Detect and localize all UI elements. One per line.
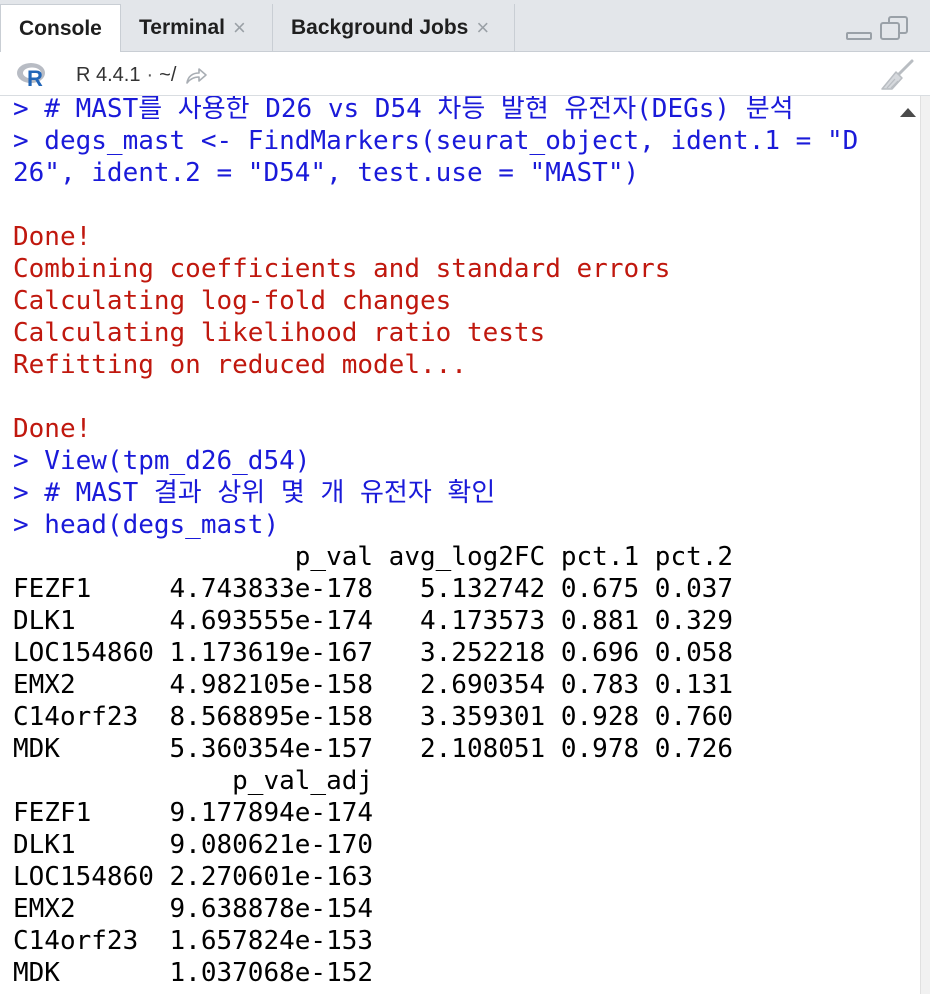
scrollbar-track[interactable] (920, 96, 930, 994)
console-output-line: p_val_adj (13, 766, 374, 796)
console-scrollbar[interactable] (890, 96, 930, 994)
tab-background-jobs[interactable]: Background Jobs × (273, 4, 515, 52)
console-command-line: > # MAST 결과 상위 몇 개 유전자 확인 (13, 478, 496, 508)
tab-label: Terminal (139, 16, 225, 39)
console-output[interactable]: > # MAST를 사용한 D26 vs D54 차등 발현 유전자(DEGs)… (0, 96, 890, 994)
minimize-icon[interactable] (846, 32, 872, 40)
console-output-line: C14orf23 1.657824e-153 (13, 926, 374, 956)
r-logo-icon: R (17, 63, 45, 88)
console-output-line: C14orf23 8.568895e-158 3.359301 0.928 0.… (13, 702, 734, 732)
r-version: R 4.4.1 (76, 64, 141, 86)
tab-terminal[interactable]: Terminal × (121, 4, 273, 52)
console-message-line: Calculating likelihood ratio tests (13, 318, 546, 348)
console-output-line: LOC154860 2.270601e-163 (13, 862, 374, 892)
pane-tabbar: Console Terminal × Background Jobs × (0, 0, 930, 53)
broom-icon[interactable] (878, 58, 916, 92)
working-directory[interactable]: ~/ (159, 64, 176, 87)
tab-console[interactable]: Console (0, 4, 121, 53)
console-message-line: Combining coefficients and standard erro… (13, 254, 671, 284)
console-message-line: Calculating log-fold changes (13, 286, 452, 316)
console-output-line: LOC154860 1.173619e-167 3.252218 0.696 0… (13, 638, 734, 668)
console-output-line: FEZF1 4.743833e-178 5.132742 0.675 0.037 (13, 574, 734, 604)
console-output-line: MDK 5.360354e-157 2.108051 0.978 0.726 (13, 734, 734, 764)
scroll-up-icon[interactable] (900, 108, 916, 117)
console-command-line: 26", ident.2 = "D54", test.use = "MAST") (13, 158, 640, 188)
console-output-line: DLK1 4.693555e-174 4.173573 0.881 0.329 (13, 606, 734, 636)
console-command-line: > degs_mast <- FindMarkers(seurat_object… (13, 126, 859, 156)
console-message-line: Refitting on reduced model... (13, 350, 467, 380)
console-command-line: > head(degs_mast) (13, 510, 280, 540)
close-icon[interactable]: × (476, 17, 489, 39)
maximize-icon[interactable] (880, 16, 908, 40)
console-output-line: EMX2 4.982105e-158 2.690354 0.783 0.131 (13, 670, 734, 700)
tab-label: Background Jobs (291, 16, 469, 39)
console-command-line: > # MAST를 사용한 D26 vs D54 차등 발현 유전자(DEGs)… (13, 96, 794, 124)
separator: · (146, 64, 154, 86)
console-message-line: Done! (13, 414, 92, 444)
console-output-line: MDK 1.037068e-152 (13, 958, 374, 988)
console-output-line: p_val avg_log2FC pct.1 pct.2 (13, 542, 734, 572)
console-toolbar: R R 4.4.1 · ~/ (0, 52, 930, 96)
window-controls (846, 16, 908, 40)
console-output-line: FEZF1 9.177894e-174 (13, 798, 374, 828)
tab-label: Console (19, 17, 102, 40)
console-output-line: EMX2 9.638878e-154 (13, 894, 374, 924)
console-text: > # MAST를 사용한 D26 vs D54 차등 발현 유전자(DEGs)… (13, 96, 858, 989)
svg-text:R: R (27, 66, 43, 88)
console-output-line: DLK1 9.080621e-170 (13, 830, 374, 860)
console-status: R 4.4.1 · ~/ (76, 64, 208, 87)
console-message-line: Done! (13, 222, 92, 252)
share-arrow-icon[interactable] (184, 66, 208, 86)
close-icon[interactable]: × (233, 17, 246, 39)
console-command-line: > View(tpm_d26_d54) (13, 446, 311, 476)
